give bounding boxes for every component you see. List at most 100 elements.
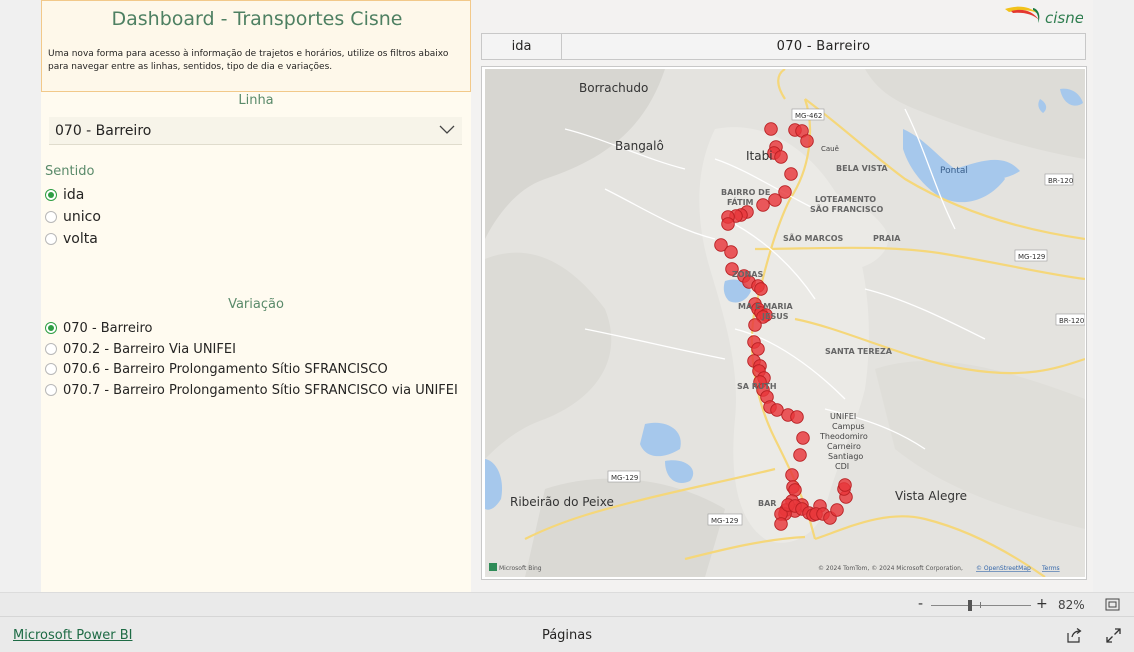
pages-button[interactable] [555,623,625,647]
radio-selected-icon [45,322,57,334]
zoom-slider-track[interactable] [931,605,1031,606]
radio-unselected-icon [45,363,57,375]
zoom-in-button[interactable]: + [1036,596,1048,612]
route-stop-marker[interactable] [830,503,844,517]
variacao-option-label: 070 - Barreiro [63,320,153,336]
zoom-slider-thumb[interactable] [968,600,972,611]
sentido-slicer-title: Sentido [45,164,95,179]
variacao-option-070-2[interactable]: 070.2 - Barreiro Via UNIFEI [45,339,236,359]
route-stop-marker[interactable] [838,478,852,492]
route-stop-marker[interactable] [754,282,768,296]
map-label-bairro-fatima-2: FÁTIM [727,196,754,207]
radio-unselected-icon [45,343,57,355]
route-stop-marker[interactable] [796,431,810,445]
map-label-caue: Cauê [821,145,839,153]
map-label-mg129-c: MG-129 [711,517,738,525]
route-stop-marker[interactable] [790,410,804,424]
dashboard-title: Dashboard - Transportes Cisne [111,8,403,30]
linha-dropdown[interactable]: 070 - Barreiro [49,117,462,145]
variacao-option-070-6[interactable]: 070.6 - Barreiro Prolongamento Sítio SFR… [45,359,388,379]
route-stop-marker[interactable] [793,448,807,462]
map-label-loteamento-2: SÃO FRANCISCO [810,204,884,214]
map-label-ribeirao: Ribeirão do Peixe [510,495,614,509]
route-stop-marker[interactable] [764,122,778,136]
route-stop-marker[interactable] [800,134,814,148]
variacao-slicer-title: Variação [228,297,284,312]
map-label-mg129-b: MG-129 [611,474,638,482]
variacao-option-label: 070.2 - Barreiro Via UNIFEI [63,341,236,357]
zoom-out-button[interactable]: - [918,596,923,612]
map-label-unifei-2: Campus [832,422,865,431]
map-label-unifei-3: Theodomiro [819,432,868,441]
variacao-option-070[interactable]: 070 - Barreiro [45,318,152,338]
logo-text: cisne [1045,9,1083,27]
route-stop-marker[interactable] [774,517,788,531]
map-label-barreiro: BAR [758,499,776,508]
radio-unselected-icon [45,384,57,396]
map-label-unifei-6: CDI [835,462,849,471]
map-label-br120-b: BR-120 [1059,317,1084,325]
map-label-br120-a: BR-120 [1048,177,1073,185]
share-icon[interactable] [1066,628,1082,643]
map-label-mg462: MG-462 [795,112,822,120]
variacao-option-070-7[interactable]: 070.7 - Barreiro Prolongamento Sítio SFR… [45,380,458,400]
map-label-vista-alegre: Vista Alegre [895,489,967,503]
zoom-slider-tick [980,602,981,608]
map-label-unifei-5: Santiago [828,452,863,461]
route-map[interactable]: Borrachudo Bangalô Itabi Cauê BELA VISTA… [485,69,1085,577]
map-label-unifei-4: Carneiro [827,442,861,451]
route-stop-marker[interactable] [724,245,738,259]
selection-table: ida 070 - Barreiro [481,33,1086,60]
cisne-logo: cisne [1005,6,1083,27]
zoom-bar: - + 82% [0,592,1134,616]
table-cell-linha: 070 - Barreiro [776,39,871,54]
header-card: Dashboard - Transportes Cisne Uma nova f… [41,0,471,92]
osm-link[interactable]: © OpenStreetMap [976,565,1031,572]
filter-pane: Dashboard - Transportes Cisne Uma nova f… [41,0,471,592]
bing-credit: Microsoft Bing [499,565,542,572]
zoom-level: 82% [1058,598,1085,612]
sentido-option-label: volta [63,231,98,247]
sentido-option-ida[interactable]: ida [45,185,84,205]
sentido-option-label: unico [63,209,101,225]
chevron-down-icon [439,125,455,134]
map-label-praia: PRAIA [873,234,901,243]
map-label-unifei-1: UNIFEI [830,412,856,421]
route-stop-marker[interactable] [785,468,799,482]
linha-selected-value: 070 - Barreiro [55,123,152,139]
map-visual[interactable]: Borrachudo Bangalô Itabi Cauê BELA VISTA… [481,66,1087,580]
map-label-pontal: Pontal [940,166,968,176]
sentido-option-label: ida [63,187,85,203]
report-canvas: Dashboard - Transportes Cisne Uma nova f… [41,0,1093,592]
map-label-bangalo: Bangalô [615,139,664,153]
map-copyright: © 2024 TomTom, © 2024 Microsoft Corporat… [818,565,963,572]
terms-link[interactable]: Terms [1041,565,1060,572]
map-label-bela-vista: BELA VISTA [836,164,888,173]
dashboard-description: Uma nova forma para acesso à informação … [48,49,449,72]
fullscreen-icon[interactable] [1106,628,1121,643]
map-label-santa-ruth: SA RUTH [737,382,777,391]
map-label-itabira: Itabi [746,149,773,163]
route-stop-marker[interactable] [756,198,770,212]
radio-unselected-icon [45,211,57,223]
route-stop-marker[interactable] [721,217,735,231]
map-label-loteamento-1: LOTEAMENTO [815,195,876,204]
linha-slicer-title: Linha [238,93,274,108]
powerbi-link[interactable]: Microsoft Power BI [13,628,132,643]
map-label-borrachudo: Borrachudo [579,81,648,95]
route-stop-marker[interactable] [774,150,788,164]
route-stop-marker[interactable] [768,193,782,207]
route-stop-marker[interactable] [784,167,798,181]
sentido-option-unico[interactable]: unico [45,207,101,227]
route-stop-marker[interactable] [748,318,762,332]
radio-unselected-icon [45,233,57,245]
radio-selected-icon [45,189,57,201]
map-label-maria-2: JESUS [761,312,789,321]
table-cell-sentido: ida [482,34,562,59]
variacao-option-label: 070.6 - Barreiro Prolongamento Sítio SFR… [63,361,388,377]
variacao-option-label: 070.7 - Barreiro Prolongamento Sítio SFR… [63,382,458,398]
bottom-bar: Microsoft Power BI Páginas [0,616,1134,652]
sentido-option-volta[interactable]: volta [45,229,98,249]
fit-to-page-icon[interactable] [1105,598,1120,611]
route-stop-marker[interactable] [751,342,765,356]
